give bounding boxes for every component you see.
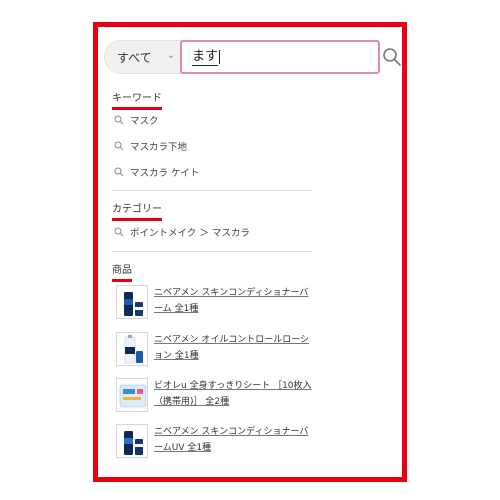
keyword-label: マスカラ下地 xyxy=(130,142,188,153)
search-query: ます xyxy=(192,48,219,66)
category-section-title: カテゴリー xyxy=(112,204,162,221)
product-thumbnail xyxy=(116,378,148,412)
search-icon xyxy=(114,141,124,151)
product-name: ニベアメン スキンコンディショナーバーム 全1種 xyxy=(154,288,309,314)
keyword-suggestion[interactable]: マスカラ ケイト xyxy=(114,165,199,179)
search-icon xyxy=(114,115,124,125)
search-input[interactable]: ます xyxy=(180,40,380,74)
category-select[interactable]: すべて ⌄ xyxy=(104,40,184,74)
product-item[interactable]: ニベアメン オイルコントロールローション 全1種 xyxy=(116,332,316,368)
product-item[interactable]: ビオレu 全身すっきりシート ［10枚入（携帯用)］ 全2種 xyxy=(116,378,316,414)
product-section-title: 商品 xyxy=(112,265,132,282)
keyword-label: マスク xyxy=(130,116,159,127)
divider xyxy=(112,251,312,252)
product-item[interactable]: ニベアメン スキンコンディショナーバームUV 全1種 xyxy=(116,424,316,460)
chevron-down-icon: ⌄ xyxy=(166,50,175,61)
search-button[interactable] xyxy=(381,46,403,68)
search-icon xyxy=(114,227,124,237)
divider xyxy=(112,190,312,191)
product-item[interactable]: ニベアメン スキンコンディショナーバーム 全1種 xyxy=(116,285,316,321)
category-suggestion[interactable]: ポイントメイク ＞ マスカラ xyxy=(114,225,250,239)
category-label: ポイントメイク ＞ マスカラ xyxy=(130,228,250,239)
search-icon xyxy=(114,167,124,177)
product-thumbnail xyxy=(116,285,148,319)
keyword-suggestion[interactable]: マスカラ下地 xyxy=(114,139,187,153)
product-name: ニベアメン スキンコンディショナーバームUV 全1種 xyxy=(154,427,309,453)
search-icon xyxy=(383,48,401,66)
keyword-suggestion[interactable]: マスク xyxy=(114,113,159,127)
product-name: ニベアメン オイルコントロールローション 全1種 xyxy=(154,335,310,361)
keyword-label: マスカラ ケイト xyxy=(130,168,200,179)
product-thumbnail xyxy=(116,424,148,458)
product-name: ビオレu 全身すっきりシート ［10枚入（携帯用)］ 全2種 xyxy=(154,381,312,407)
search-bar: すべて ⌄ ます xyxy=(104,38,401,76)
text-caret xyxy=(219,50,221,64)
keyword-section-title: キーワード xyxy=(112,93,162,110)
search-suggestion-panel: すべて ⌄ ます キーワード マスク マスカラ下地 マスカラ ケイト カテゴリー… xyxy=(93,22,407,482)
category-select-label: すべて xyxy=(117,50,152,65)
product-thumbnail xyxy=(116,332,148,366)
